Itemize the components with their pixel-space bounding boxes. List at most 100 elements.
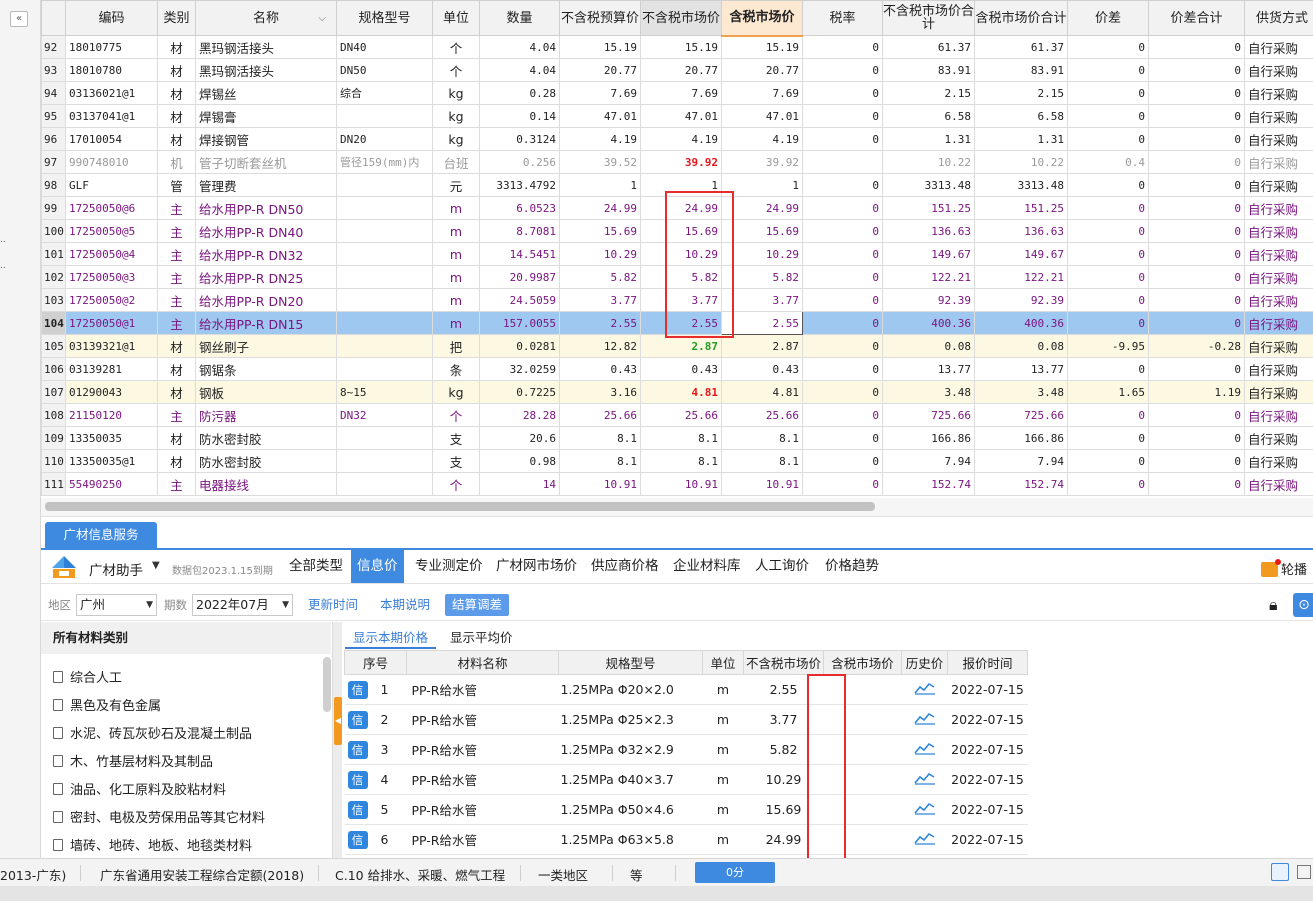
header-tax-rate[interactable]: 税率 <box>802 0 883 36</box>
budget-price-cell[interactable]: 5.82 <box>559 265 641 289</box>
history-cell[interactable] <box>901 674 948 705</box>
budget-price-cell[interactable]: 4.19 <box>559 127 641 151</box>
supply-mode-cell[interactable]: 自行采购 <box>1244 265 1313 289</box>
budget-price-cell[interactable]: 8.1 <box>559 426 641 450</box>
price-diff-total-cell[interactable]: 0 <box>1148 104 1245 128</box>
scrollbar-thumb[interactable] <box>45 502 875 511</box>
name-cell[interactable]: 黑玛钢活接头 <box>195 58 337 82</box>
spec-cell[interactable] <box>336 357 433 381</box>
table-row[interactable]: 110 13350035@1 材防水密封胶支 0.98 8.1 8.1 8.1 0 7.94 7.… <box>41 449 1313 473</box>
market-total-tax-cell[interactable]: 122.21 <box>974 265 1068 289</box>
market-total-tax-cell[interactable]: 3.48 <box>974 380 1068 404</box>
price-diff-cell[interactable]: 0.4 <box>1067 150 1149 174</box>
code-cell[interactable]: 18010775 <box>65 35 158 59</box>
table-row[interactable]: 94 03136021@1 材焊锡丝 综合 kg 0.28 7.69 7.69 7.69 0 2.1… <box>41 81 1313 105</box>
market-total-tax-cell[interactable]: 152.74 <box>974 472 1068 496</box>
code-cell[interactable]: 17250050@6 <box>65 196 158 220</box>
supply-mode-cell[interactable]: 自行采购 <box>1244 81 1313 105</box>
market-total-cell[interactable]: 3313.48 <box>882 173 975 197</box>
tax-rate-cell[interactable] <box>802 150 883 174</box>
type-cell[interactable]: 主 <box>157 403 196 427</box>
market-price-cell[interactable]: 4.19 <box>640 127 722 151</box>
info-price-cell[interactable]: 24.99 <box>743 824 824 855</box>
header-market-total[interactable]: 不含税市场价合计 <box>882 0 975 36</box>
pane-splitter[interactable]: ◀ <box>332 622 342 859</box>
spec-cell[interactable] <box>336 472 433 496</box>
trend-chart-icon[interactable] <box>913 831 936 845</box>
name-cell[interactable]: 焊锡膏 <box>195 104 337 128</box>
table-row[interactable]: 101 17250050@4 主给水用PP-R DN32 m 14.5451 10.29 1… <box>41 242 1313 266</box>
market-total-tax-cell[interactable]: 151.25 <box>974 196 1068 220</box>
supply-mode-cell[interactable]: 自行采购 <box>1244 380 1313 404</box>
market-total-tax-cell[interactable]: 10.22 <box>974 150 1068 174</box>
qty-cell[interactable]: 0.0281 <box>479 334 560 358</box>
table-row[interactable]: 97 990748010 机管子切断套丝机 管径159(mm)内 台班 0.256 39.5… <box>41 150 1313 174</box>
market-price-tax-cell[interactable]: 39.92 <box>721 150 803 174</box>
price-row[interactable]: 信 3 PP-R给水管 1.25MPa Φ32×2.9 m 5.82 2022-07-15 <box>344 734 1028 765</box>
code-cell[interactable]: 17250050@5 <box>65 219 158 243</box>
name-cell[interactable]: 钢丝刷子 <box>195 334 337 358</box>
type-cell[interactable]: 主 <box>157 265 196 289</box>
supply-mode-cell[interactable]: 自行采购 <box>1244 219 1313 243</box>
tax-rate-cell[interactable]: 0 <box>802 334 883 358</box>
code-cell[interactable]: 03139321@1 <box>65 334 158 358</box>
market-total-cell[interactable]: 2.15 <box>882 81 975 105</box>
carousel-button[interactable]: 轮播 <box>1260 559 1307 578</box>
price-diff-cell[interactable]: 0 <box>1067 81 1149 105</box>
price-diff-total-cell[interactable]: 0 <box>1148 81 1245 105</box>
price-diff-cell[interactable]: 0 <box>1067 472 1149 496</box>
collapse-toggle-icon[interactable]: « <box>10 11 28 27</box>
market-price-cell[interactable]: 25.66 <box>640 403 722 427</box>
row-index[interactable]: 104 <box>41 311 66 335</box>
market-total-tax-cell[interactable]: 83.91 <box>974 58 1068 82</box>
market-total-cell[interactable]: 166.86 <box>882 426 975 450</box>
supply-mode-cell[interactable]: 自行采购 <box>1244 150 1313 174</box>
market-price-cell[interactable]: 1 <box>640 173 722 197</box>
market-total-cell[interactable]: 7.94 <box>882 449 975 473</box>
qty-cell[interactable]: 0.7225 <box>479 380 560 404</box>
spec-cell[interactable] <box>336 334 433 358</box>
tab-current-price[interactable]: 显示本期价格 <box>345 627 437 649</box>
supply-mode-cell[interactable]: 自行采购 <box>1244 58 1313 82</box>
market-price-cell[interactable]: 47.01 <box>640 104 722 128</box>
history-cell[interactable] <box>901 704 948 735</box>
spec-cell[interactable] <box>336 265 433 289</box>
trend-chart-icon[interactable] <box>913 801 936 815</box>
qty-cell[interactable]: 28.28 <box>479 403 560 427</box>
name-cell[interactable]: 黑玛钢活接头 <box>195 35 337 59</box>
price-diff-total-cell[interactable]: 0 <box>1148 242 1245 266</box>
code-cell[interactable]: 03136021@1 <box>65 81 158 105</box>
market-price-tax-cell[interactable]: 8.1 <box>721 426 803 450</box>
price-diff-cell[interactable]: 0 <box>1067 426 1149 450</box>
unit-cell[interactable]: m <box>432 196 480 220</box>
region-select[interactable]: 广州 ▼ <box>76 594 157 616</box>
market-total-cell[interactable]: 122.21 <box>882 265 975 289</box>
row-index[interactable]: 109 <box>41 426 66 450</box>
code-cell[interactable]: 03139281 <box>65 357 158 381</box>
caret-down-icon[interactable]: ▼ <box>152 560 160 571</box>
spec-cell[interactable] <box>336 426 433 450</box>
tax-rate-cell[interactable]: 0 <box>802 127 883 151</box>
tax-rate-cell[interactable]: 0 <box>802 104 883 128</box>
name-cell[interactable]: 钢锯条 <box>195 357 337 381</box>
type-cell[interactable]: 材 <box>157 58 196 82</box>
row-index[interactable]: 97 <box>41 150 66 174</box>
unit-cell[interactable]: kg <box>432 380 480 404</box>
price-diff-cell[interactable]: 0 <box>1067 127 1149 151</box>
info-price-cell[interactable]: 3.77 <box>743 704 824 735</box>
market-total-cell[interactable]: 61.37 <box>882 35 975 59</box>
tax-rate-cell[interactable]: 0 <box>802 35 883 59</box>
market-price-tax-cell[interactable]: 8.1 <box>721 449 803 473</box>
supply-mode-cell[interactable]: 自行采购 <box>1244 403 1313 427</box>
name-cell[interactable]: 防污器 <box>195 403 337 427</box>
market-price-tax-cell[interactable]: 15.69 <box>721 219 803 243</box>
unit-cell[interactable]: m <box>432 288 480 312</box>
price-diff-total-cell[interactable]: 0 <box>1148 196 1245 220</box>
type-cell[interactable]: 材 <box>157 357 196 381</box>
info-price-tax-cell[interactable] <box>823 704 902 735</box>
name-cell[interactable]: 给水用PP-R DN40 <box>195 219 337 243</box>
unit-cell[interactable]: kg <box>432 104 480 128</box>
market-total-tax-cell[interactable]: 166.86 <box>974 426 1068 450</box>
market-price-tax-cell[interactable]: 15.19 <box>721 35 803 59</box>
table-row[interactable]: 99 17250050@6 主给水用PP-R DN50 m 6.0523 24.99 24.… <box>41 196 1313 220</box>
